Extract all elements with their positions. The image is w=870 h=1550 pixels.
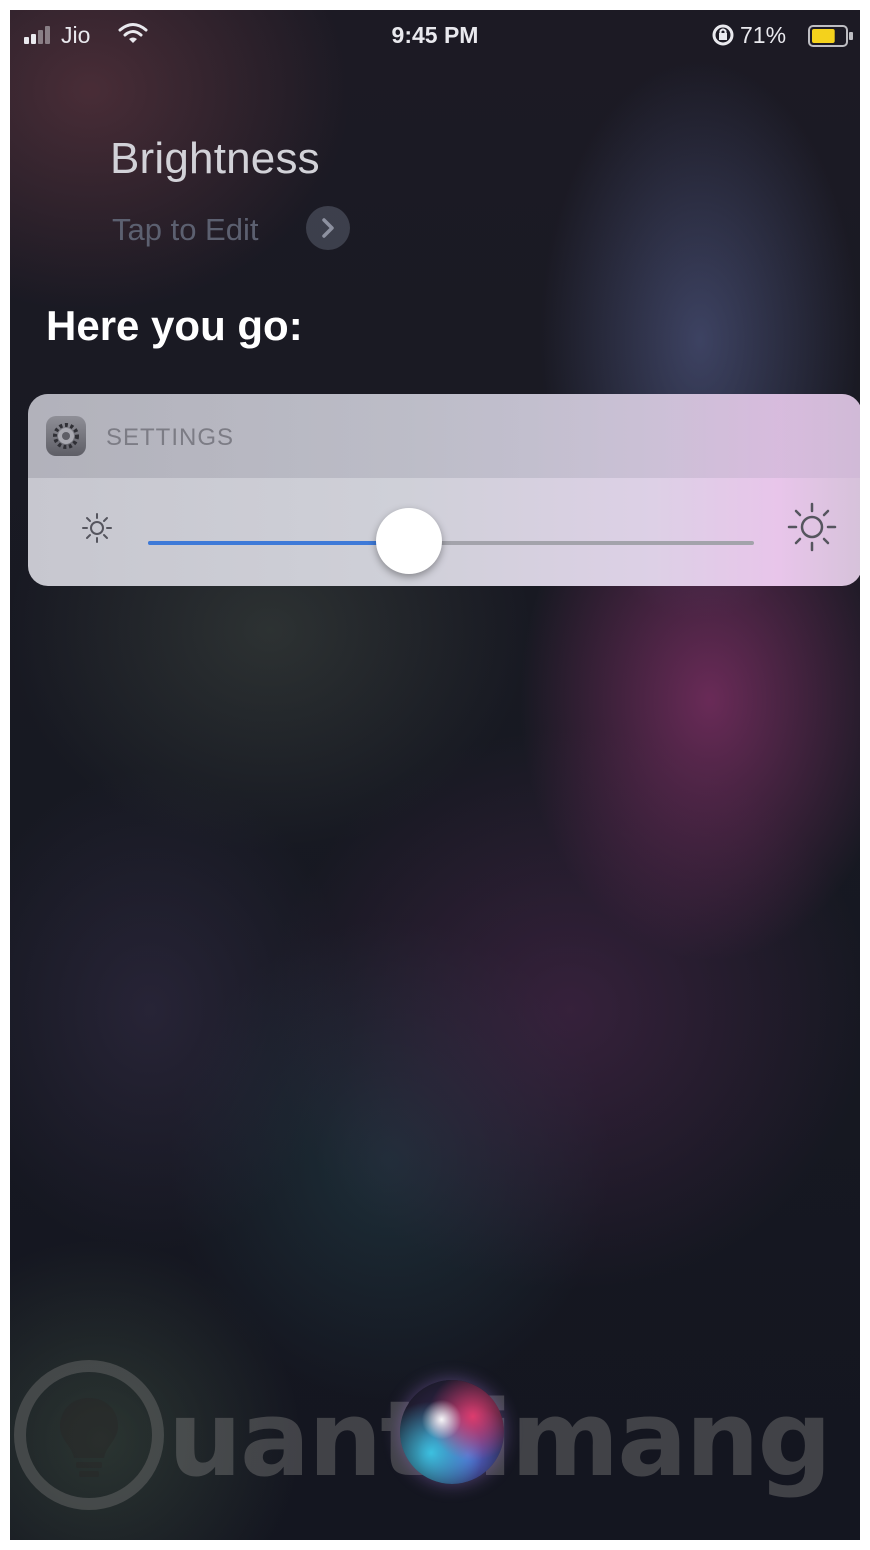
lightbulb-icon — [14, 1360, 164, 1510]
card-header[interactable]: SETTINGS — [28, 394, 860, 478]
brightness-card: SETTINGS — [28, 394, 860, 586]
tap-to-edit-link[interactable]: Tap to Edit — [112, 212, 258, 248]
siri-screen: Jio 9:45 PM 71% Brightness Tap to Edit H… — [10, 10, 860, 1540]
battery-icon — [808, 25, 854, 53]
siri-response-text: Here you go: — [46, 302, 303, 349]
siri-query-text: Brightness — [110, 134, 320, 183]
edit-chevron-button[interactable] — [306, 206, 350, 250]
status-bar: Jio 9:45 PM 71% — [10, 10, 860, 60]
settings-gear-icon — [46, 416, 86, 456]
card-app-label: SETTINGS — [106, 424, 235, 451]
sun-small-icon — [80, 511, 114, 550]
chevron-right-icon — [322, 218, 334, 238]
brightness-slider-track[interactable] — [148, 541, 754, 545]
sun-large-icon — [786, 501, 838, 558]
battery-percent: 71% — [740, 22, 787, 48]
siri-orb-button[interactable] — [400, 1380, 504, 1484]
brightness-slider-fill — [148, 541, 409, 545]
brightness-slider-knob[interactable] — [375, 508, 442, 574]
rotation-lock-icon — [712, 24, 734, 52]
